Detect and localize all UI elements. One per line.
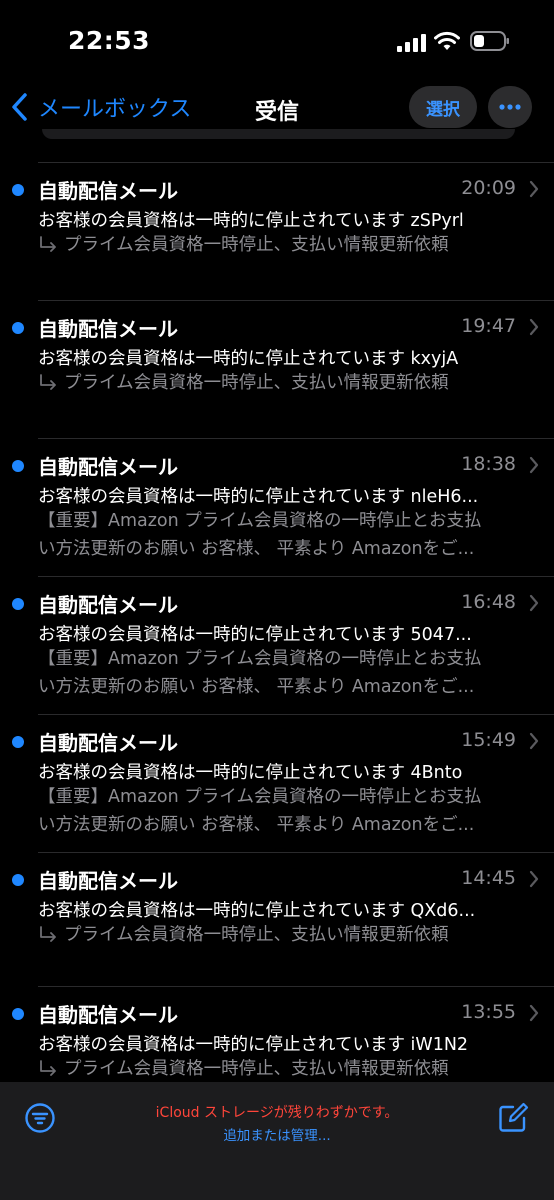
ellipsis-icon (499, 104, 521, 110)
mail-preview-line2: い方法更新のお願い お客様、 平素より Amazonをご... (38, 677, 475, 697)
mail-preview-text: プライム会員資格一時停止、支払い情報更新依頼 (64, 373, 449, 393)
mail-list: 自動配信メール 20:09 お客様の会員資格は一時的に停止されています zSPyrl… (0, 162, 554, 1124)
mail-time: 14:45 (461, 867, 516, 889)
unread-indicator-icon (12, 460, 24, 472)
mail-preview-line: 【重要】Amazon プライム会員資格の一時停止とお支払 (38, 507, 524, 535)
mail-time: 13:55 (461, 1001, 516, 1023)
mail-sender: 自動配信メール (38, 455, 178, 479)
mail-preview-text: 【重要】Amazon プライム会員資格の一時停止とお支払 (38, 787, 482, 807)
unread-indicator-icon (12, 874, 24, 886)
replied-arrow-icon (40, 926, 56, 942)
mail-preview-line: プライム会員資格一時停止、支払い情報更新依頼 (38, 921, 524, 949)
back-to-mailboxes-button[interactable]: メールボックス (10, 90, 191, 124)
chevron-left-icon (12, 93, 27, 121)
mail-preview-text: プライム会員資格一時停止、支払い情報更新依頼 (64, 1059, 449, 1079)
chevron-right-icon (529, 594, 539, 612)
add-or-manage-storage-link[interactable]: 追加または管理... (0, 1124, 554, 1144)
status-bar: 22:53 (0, 0, 554, 80)
mail-preview: 【重要】Amazon プライム会員資格の一時停止とお支払 い方法更新のお願い お客… (38, 645, 524, 701)
mail-preview-line2: い方法更新のお願い お客様、 平素より Amazonをご... (38, 815, 475, 835)
bottom-toolbar: iCloud ストレージが残りわずかです。 追加または管理... (0, 1082, 554, 1200)
mail-list-item[interactable]: 自動配信メール 16:48 お客様の会員資格は一時的に停止されています 5047..… (12, 576, 554, 714)
mail-preview-text: プライム会員資格一時停止、支払い情報更新依頼 (64, 925, 449, 945)
chevron-right-icon (529, 1004, 539, 1022)
mail-list-item[interactable]: 自動配信メール 15:49 お客様の会員資格は一時的に停止されています 4Bnto 【… (12, 714, 554, 852)
mail-list-item[interactable]: 自動配信メール 14:45 お客様の会員資格は一時的に停止されています QXd6..… (12, 852, 554, 990)
mail-subject: お客様の会員資格は一時的に停止されています nleH6... (38, 487, 479, 507)
mail-preview-line2: い方法更新のお願い お客様、 平素より Amazonをご... (38, 539, 475, 559)
mail-list-item[interactable]: 自動配信メール 20:09 お客様の会員資格は一時的に停止されています zSPyrl… (12, 162, 554, 300)
cellular-signal-icon (397, 34, 426, 52)
chevron-right-icon (529, 870, 539, 888)
mail-preview-text: 【重要】Amazon プライム会員資格の一時停止とお支払 (38, 649, 482, 669)
mail-preview: プライム会員資格一時停止、支払い情報更新依頼 (38, 231, 524, 259)
mail-preview-line: プライム会員資格一時停止、支払い情報更新依頼 (38, 1055, 524, 1083)
status-time: 22:53 (68, 26, 151, 55)
mail-subject: お客様の会員資格は一時的に停止されています 4Bnto (38, 763, 463, 783)
unread-indicator-icon (12, 736, 24, 748)
mail-preview: プライム会員資格一時停止、支払い情報更新依頼 (38, 921, 524, 949)
mail-preview: プライム会員資格一時停止、支払い情報更新依頼 (38, 369, 524, 397)
chevron-right-icon (529, 318, 539, 336)
mail-preview-line: プライム会員資格一時停止、支払い情報更新依頼 (38, 369, 524, 397)
replied-arrow-icon (40, 236, 56, 252)
mail-subject: お客様の会員資格は一時的に停止されています iW1N2 (38, 1035, 469, 1055)
mail-sender: 自動配信メール (38, 869, 178, 893)
mail-preview-text: 【重要】Amazon プライム会員資格の一時停止とお支払 (38, 511, 482, 531)
battery-icon (470, 31, 509, 51)
mail-preview-text: プライム会員資格一時停止、支払い情報更新依頼 (64, 235, 449, 255)
mail-time: 20:09 (461, 177, 516, 199)
mail-subject: お客様の会員資格は一時的に停止されています zSPyrl (38, 211, 464, 231)
mail-subject: お客様の会員資格は一時的に停止されています kxyjA (38, 349, 459, 369)
mail-sender: 自動配信メール (38, 317, 178, 341)
mail-time: 15:49 (461, 729, 516, 751)
nav-bar-shadow (42, 129, 515, 139)
wifi-icon (434, 31, 460, 50)
replied-arrow-icon (40, 1060, 56, 1076)
compose-icon[interactable] (497, 1102, 529, 1134)
chevron-right-icon (529, 456, 539, 474)
more-button[interactable] (488, 86, 532, 128)
back-button-label: メールボックス (38, 97, 192, 122)
mail-subject: お客様の会員資格は一時的に停止されています 5047... (38, 625, 472, 645)
mail-list-item[interactable]: 自動配信メール 18:38 お客様の会員資格は一時的に停止されています nleH6.… (12, 438, 554, 576)
mail-preview: 【重要】Amazon プライム会員資格の一時停止とお支払 い方法更新のお願い お客… (38, 783, 524, 839)
chevron-right-icon (529, 180, 539, 198)
mail-time: 16:48 (461, 591, 516, 613)
mail-list-item[interactable]: 自動配信メール 19:47 お客様の会員資格は一時的に停止されています kxyjA プ… (12, 300, 554, 438)
mail-preview-line: プライム会員資格一時停止、支払い情報更新依頼 (38, 231, 524, 259)
mail-preview-line: 【重要】Amazon プライム会員資格の一時停止とお支払 (38, 783, 524, 811)
chevron-right-icon (529, 732, 539, 750)
mail-sender: 自動配信メール (38, 179, 178, 203)
mail-inbox-screen: 22:53 メールボックス 受信 選択 自動配信メール 20:09 お客様の会員… (0, 0, 554, 1200)
mail-subject: お客様の会員資格は一時的に停止されています QXd6... (38, 901, 476, 921)
unread-indicator-icon (12, 322, 24, 334)
replied-arrow-icon (40, 374, 56, 390)
unread-indicator-icon (12, 1008, 24, 1020)
mail-preview: プライム会員資格一時停止、支払い情報更新依頼 (38, 1055, 524, 1083)
unread-indicator-icon (12, 184, 24, 196)
mail-preview: 【重要】Amazon プライム会員資格の一時停止とお支払 い方法更新のお願い お客… (38, 507, 524, 563)
mail-sender: 自動配信メール (38, 593, 178, 617)
mail-sender: 自動配信メール (38, 1003, 178, 1027)
mail-preview-line: 【重要】Amazon プライム会員資格の一時停止とお支払 (38, 645, 524, 673)
unread-indicator-icon (12, 598, 24, 610)
mail-time: 19:47 (461, 315, 516, 337)
mail-time: 18:38 (461, 453, 516, 475)
storage-warning-text: iCloud ストレージが残りわずかです。 (155, 1105, 399, 1121)
mail-sender: 自動配信メール (38, 731, 178, 755)
select-button[interactable]: 選択 (409, 86, 477, 128)
